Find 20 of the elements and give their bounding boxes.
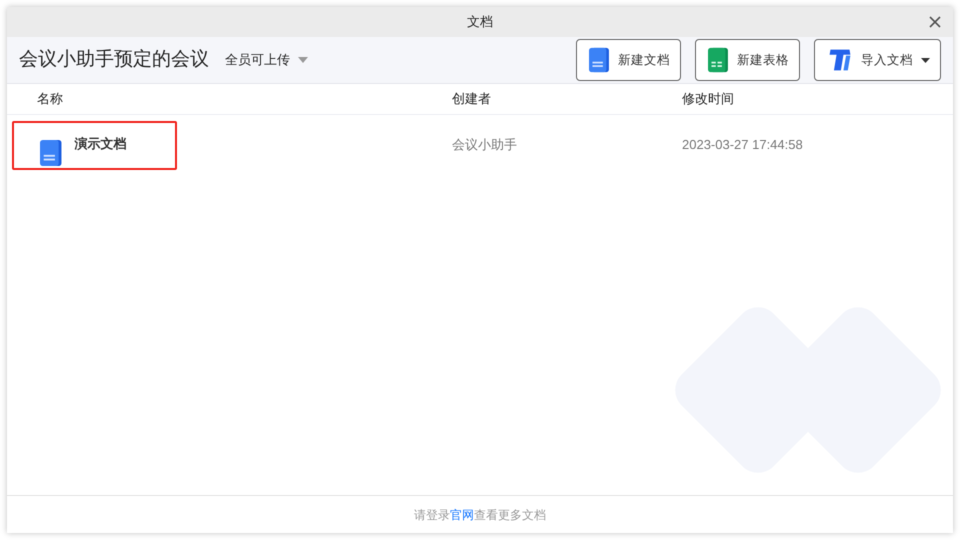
import-button[interactable]: 导入文档: [814, 39, 941, 81]
creator-cell: 会议小助手: [452, 137, 517, 152]
import-icon: [827, 47, 853, 73]
new-spreadsheet-button[interactable]: 新建表格: [695, 39, 800, 81]
column-header[interactable]: 修改时间: [682, 91, 734, 106]
folder-title: 会议小助手预定的会议: [19, 48, 209, 72]
document-icon: [40, 138, 62, 166]
file-name-cell[interactable]: 演示文档: [12, 120, 177, 170]
modified-time-cell: 2023-03-27 17:44:58: [682, 137, 803, 152]
document-icon: [589, 47, 610, 73]
website-link[interactable]: 官网: [450, 508, 474, 522]
spreadsheet-icon: [708, 47, 729, 73]
window-title: 文档: [467, 13, 493, 32]
column-header[interactable]: 名称: [37, 91, 63, 106]
column-header[interactable]: 创建者: [452, 91, 491, 106]
new-document-button[interactable]: 新建文档: [576, 39, 682, 81]
caret-icon: [298, 57, 308, 63]
permission-dropdown[interactable]: 全员可上传: [225, 50, 308, 70]
close-icon: [929, 16, 941, 28]
login-hint: 请登录官网查看更多文档: [414, 506, 546, 524]
